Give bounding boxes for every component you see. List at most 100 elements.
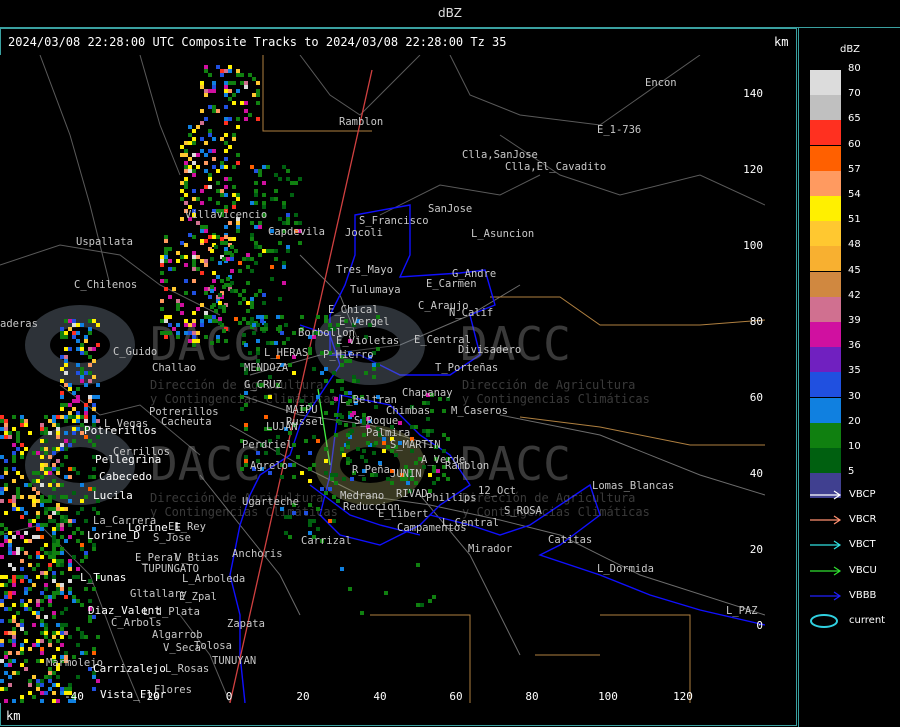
echo-pixel <box>204 239 208 243</box>
echo-pixel <box>68 467 72 471</box>
echo-pixel <box>254 189 258 193</box>
place-label: Cacheuta <box>161 416 212 428</box>
echo-pixel <box>72 575 76 579</box>
echo-pixel <box>12 459 16 463</box>
echo-pixel <box>226 277 230 281</box>
echo-pixel <box>12 443 16 447</box>
echo-pixel <box>4 631 8 635</box>
echo-pixel <box>44 467 48 471</box>
echo-pixel <box>12 631 16 635</box>
echo-pixel <box>52 683 56 687</box>
echo-pixel <box>204 89 208 93</box>
echo-pixel <box>56 623 60 627</box>
echo-pixel <box>20 599 24 603</box>
echo-pixel <box>340 363 344 367</box>
echo-pixel <box>250 257 254 261</box>
echo-pixel <box>32 519 36 523</box>
echo-pixel <box>236 153 240 157</box>
echo-pixel <box>96 679 100 683</box>
echo-pixel <box>258 173 262 177</box>
echo-pixel <box>184 149 188 153</box>
legend-track-vbcu: VBCU <box>809 564 899 578</box>
echo-pixel <box>184 161 188 165</box>
x-tick-label: 40 <box>373 690 386 703</box>
echo-pixel <box>224 149 228 153</box>
echo-pixel <box>308 467 312 471</box>
echo-pixel <box>40 467 44 471</box>
echo-pixel <box>394 453 398 457</box>
echo-pixel <box>8 675 12 679</box>
echo-pixel <box>76 339 80 343</box>
echo-pixel <box>32 471 36 475</box>
place-label: Campamentos <box>397 522 467 534</box>
y-tick-label: 140 <box>743 87 763 100</box>
place-label: Palmira <box>366 427 410 439</box>
legend-title: dBZ <box>839 44 861 55</box>
radar-map[interactable]: DACC DACC DACC DACC Dirección de Agricul… <box>0 55 765 703</box>
echo-pixel <box>280 315 284 319</box>
place-label: Lorine_E <box>128 521 181 534</box>
echo-pixel <box>160 263 164 267</box>
echo-pixel <box>76 471 80 475</box>
echo-pixel <box>56 631 60 635</box>
echo-pixel <box>48 515 52 519</box>
echo-pixel <box>60 523 64 527</box>
echo-pixel <box>244 455 248 459</box>
echo-pixel <box>224 105 228 109</box>
echo-pixel <box>68 683 72 687</box>
echo-pixel <box>230 253 234 257</box>
echo-pixel <box>236 117 240 121</box>
echo-pixel <box>60 443 64 447</box>
legend-swatch-label: 80 <box>848 63 861 74</box>
echo-pixel <box>248 351 252 355</box>
echo-pixel <box>64 431 68 435</box>
echo-pixel <box>68 535 72 539</box>
echo-pixel <box>52 495 56 499</box>
echo-pixel <box>204 65 208 69</box>
echo-pixel <box>324 471 328 475</box>
place-label: N_Calif <box>449 307 493 319</box>
echo-pixel <box>430 409 434 413</box>
echo-pixel <box>242 289 246 293</box>
legend-swatch <box>810 246 841 272</box>
place-label: Carrizal <box>301 535 352 547</box>
x-tick-label: 20 <box>296 690 309 703</box>
echo-pixel <box>24 483 28 487</box>
echo-pixel <box>262 293 266 297</box>
echo-pixel <box>4 483 8 487</box>
echo-pixel <box>264 451 268 455</box>
echo-pixel <box>48 499 52 503</box>
echo-pixel <box>56 587 60 591</box>
echo-pixel <box>56 539 60 543</box>
echo-pixel <box>340 387 344 391</box>
echo-pixel <box>8 631 12 635</box>
echo-pixel <box>338 413 342 417</box>
echo-pixel <box>8 499 12 503</box>
echo-pixel <box>216 275 220 279</box>
echo-pixel <box>274 173 278 177</box>
echo-pixel <box>236 197 240 201</box>
place-label: Diaz_Valent <box>88 604 161 617</box>
echo-pixel <box>8 431 12 435</box>
echo-pixel <box>72 419 76 423</box>
echo-pixel <box>24 419 28 423</box>
echo-pixel <box>32 535 36 539</box>
echo-pixel <box>92 587 96 591</box>
y-tick-label: 40 <box>750 467 763 480</box>
echo-pixel <box>36 535 40 539</box>
echo-pixel <box>60 379 64 383</box>
echo-pixel <box>92 647 96 651</box>
echo-pixel <box>244 403 248 407</box>
echo-pixel <box>256 351 260 355</box>
echo-pixel <box>356 379 360 383</box>
echo-pixel <box>12 603 16 607</box>
echo-pixel <box>274 249 278 253</box>
legend-track-vbcp: VBCP <box>809 488 899 502</box>
echo-pixel <box>16 507 20 511</box>
echo-pixel <box>52 571 56 575</box>
echo-pixel <box>188 233 192 237</box>
echo-pixel <box>44 595 48 599</box>
echo-pixel <box>12 579 16 583</box>
echo-pixel <box>40 527 44 531</box>
echo-pixel <box>208 105 212 109</box>
